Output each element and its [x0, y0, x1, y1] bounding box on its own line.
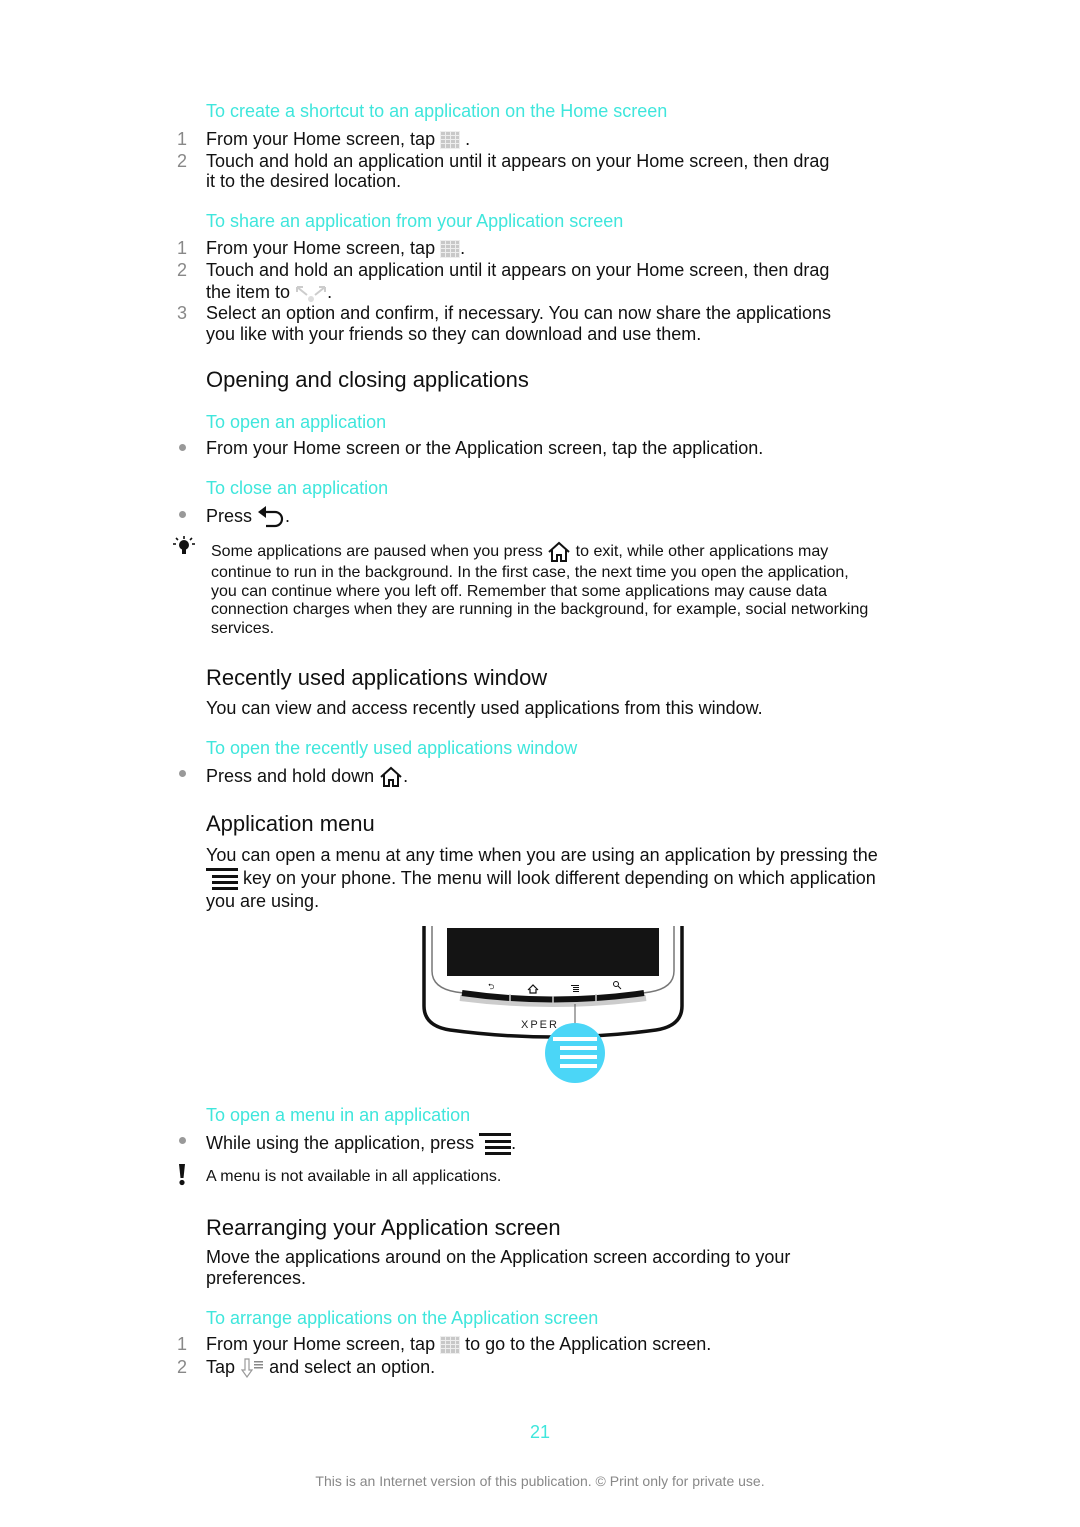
menu-icon — [479, 1132, 511, 1156]
text: From your Home screen, tap — [206, 1334, 436, 1354]
procedure-title: To open a menu in an application — [206, 1105, 471, 1125]
apps-grid-icon — [440, 240, 460, 258]
page-number: 21 — [529, 1422, 551, 1442]
svg-text:⮌: ⮌ — [488, 982, 494, 991]
step-text: it to the desired location. — [206, 171, 402, 191]
footer-text: This is an Internet version of this publ… — [315, 1473, 765, 1489]
apps-grid-icon — [440, 1336, 460, 1354]
bullet-text: From your Home screen or the Application… — [206, 438, 764, 458]
step-number: 1 — [177, 129, 188, 149]
text: key on your phone. The menu will look di… — [243, 868, 876, 888]
text: Press and hold down — [206, 766, 375, 786]
step-text: Tap and select an option. — [206, 1356, 436, 1379]
procedure-title: To close an application — [206, 478, 389, 498]
section-heading: Opening and closing applications — [206, 367, 529, 392]
section-heading: Application menu — [206, 811, 375, 836]
procedure-title: To arrange applications on the Applicati… — [206, 1308, 599, 1328]
share-icon — [296, 286, 327, 303]
bullet — [179, 444, 186, 451]
text: to go to the Application screen. — [465, 1334, 712, 1354]
bullet — [179, 770, 186, 777]
text: . — [327, 282, 333, 302]
text: . — [511, 1133, 517, 1153]
tip-text: you can continue where you left off. Rem… — [211, 583, 828, 600]
step-number: 2 — [177, 1357, 188, 1377]
step-number: 2 — [177, 151, 188, 171]
tip-text: connection charges when they are running… — [211, 601, 869, 618]
text: . — [403, 766, 409, 786]
step-number: 3 — [177, 303, 188, 323]
bullet-text: Press . — [206, 505, 290, 528]
step-text: you like with your friends so they can d… — [206, 324, 702, 344]
section-heading: Recently used applications window — [206, 665, 548, 690]
paragraph: you are using. — [206, 891, 320, 911]
step-text: From your Home screen, tap to go to the … — [206, 1333, 711, 1355]
step-text: From your Home screen, tap . — [206, 237, 465, 259]
sort-icon — [240, 1358, 264, 1379]
home-icon — [379, 766, 403, 788]
bullet-text: While using the application, press . — [206, 1132, 516, 1156]
step-text: Touch and hold an application until it a… — [206, 151, 830, 171]
step-number: 2 — [177, 260, 188, 280]
text: . — [460, 238, 466, 258]
step-text: Touch and hold an application until it a… — [206, 260, 830, 280]
text: to exit, while other applications may — [575, 543, 829, 561]
text: the item to — [206, 282, 291, 302]
text: Tap — [206, 1357, 236, 1377]
tip-text: services. — [211, 620, 275, 637]
bullet-text: Press and hold down . — [206, 765, 408, 788]
text: From your Home screen, tap — [206, 129, 436, 149]
procedure-title: To create a shortcut to an application o… — [206, 101, 668, 121]
text: Some applications are paused when you pr… — [211, 543, 543, 561]
bullet — [179, 511, 186, 518]
text: . — [285, 506, 291, 526]
step-text: From your Home screen, tap . — [206, 128, 470, 150]
text: While using the application, press — [206, 1133, 475, 1153]
procedure-title: To share an application from your Applic… — [206, 211, 624, 231]
apps-grid-icon — [440, 131, 460, 149]
step-text: Select an option and confirm, if necessa… — [206, 303, 832, 323]
paragraph: You can open a menu at any time when you… — [206, 845, 878, 865]
tip-text: continue to run in the background. In th… — [211, 564, 849, 581]
paragraph: key on your phone. The menu will look di… — [206, 867, 876, 891]
paragraph: You can view and access recently used ap… — [206, 698, 763, 718]
phone-illustration: ⮌ XPER — [422, 926, 684, 1083]
bullet — [179, 1137, 186, 1144]
text: Press — [206, 506, 253, 526]
home-icon — [547, 541, 571, 563]
note-exclamation-icon — [179, 1164, 185, 1186]
section-heading: Rearranging your Application screen — [206, 1215, 561, 1240]
note-text: A menu is not available in all applicati… — [206, 1168, 502, 1185]
paragraph: Move the applications around on the Appl… — [206, 1247, 791, 1267]
text: and select an option. — [269, 1357, 436, 1377]
text: From your Home screen, tap — [206, 238, 436, 258]
tip-text: Some applications are paused when you pr… — [211, 541, 828, 563]
tip-lightbulb-icon — [173, 536, 195, 554]
procedure-title: To open the recently used applications w… — [206, 738, 578, 758]
menu-icon — [206, 867, 238, 891]
step-text: the item to . — [206, 281, 332, 303]
phone-brand: XPER — [521, 1019, 559, 1031]
step-number: 1 — [177, 1334, 188, 1354]
step-number: 1 — [177, 238, 188, 258]
procedure-title: To open an application — [206, 412, 387, 432]
text: . — [460, 129, 471, 149]
back-icon — [258, 506, 284, 528]
paragraph: preferences. — [206, 1268, 307, 1288]
